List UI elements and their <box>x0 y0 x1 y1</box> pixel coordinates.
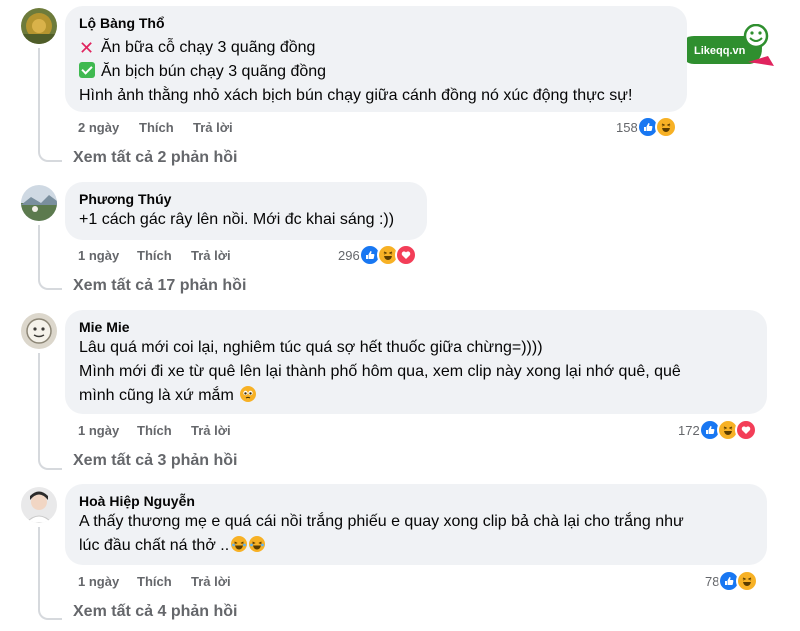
laughing-tears-emoji-icon <box>231 536 248 552</box>
reaction-count: 172 <box>678 422 700 438</box>
comment-text-line: +1 cách gác rây lên nồi. Mới đc khai sán… <box>79 211 395 228</box>
reply-button[interactable]: Trả lời <box>191 248 231 263</box>
comment-text-line: A thấy thương mẹ e quá cái nồi trắng phi… <box>79 513 684 530</box>
love-icon <box>394 244 417 266</box>
check-mark-icon <box>79 62 95 78</box>
view-replies-link[interactable]: Xem tất cả 17 phản hồi <box>73 277 246 295</box>
reaction-count: 296 <box>338 247 360 263</box>
haha-icon <box>654 116 677 138</box>
comment-author[interactable]: Lộ Bàng Thổ <box>79 14 673 32</box>
comment-time[interactable]: 1 ngày <box>78 423 119 438</box>
reply-button[interactable]: Trả lời <box>191 574 231 589</box>
pleading-face-emoji-icon <box>240 386 257 402</box>
comment-bubble: Lộ Bàng Thổ ✕ Ăn bữa cỗ chạy 3 quãng đồng… <box>65 6 687 112</box>
reaction-summary[interactable]: 172 <box>678 419 757 441</box>
reaction-summary[interactable]: 296 <box>338 244 417 266</box>
laughing-tears-emoji-icon <box>249 536 266 552</box>
comment-author[interactable]: Hoà Hiệp Nguyễn <box>79 492 753 510</box>
like-button[interactable]: Thích <box>137 248 172 263</box>
like-button[interactable]: Thích <box>137 423 172 438</box>
avatar[interactable] <box>21 8 57 44</box>
comment-bubble: Mie Mie Lâu quá mới coi lại, nghiêm túc … <box>65 310 767 414</box>
like-button[interactable]: Thích <box>139 120 174 135</box>
likeqq-logo: Likeqq.vn <box>680 23 780 74</box>
avatar[interactable] <box>21 487 57 523</box>
comment-time[interactable]: 2 ngày <box>78 120 119 135</box>
view-replies-link[interactable]: Xem tất cả 2 phản hồi <box>73 149 237 167</box>
reaction-count: 78 <box>705 573 720 589</box>
comment-text-line: ✕ Ăn bữa cỗ chạy 3 quãng đồng <box>79 38 316 58</box>
reply-button[interactable]: Trả lời <box>191 423 231 438</box>
love-icon <box>734 419 757 441</box>
cross-mark-icon: ✕ <box>79 38 95 58</box>
comment-author[interactable]: Phương Thúy <box>79 190 413 208</box>
comment-text-line: mình cũng là xứ mắm <box>79 384 753 408</box>
reaction-summary[interactable]: 78 <box>705 570 759 592</box>
reaction-summary[interactable]: 158 <box>616 116 677 138</box>
view-replies-link[interactable]: Xem tất cả 4 phản hồi <box>73 603 237 621</box>
likeqq-logo-text: Likeqq.vn <box>694 45 746 57</box>
comment-time[interactable]: 1 ngày <box>78 574 119 589</box>
haha-icon <box>736 570 759 592</box>
comment-time[interactable]: 1 ngày <box>78 248 119 263</box>
comment-text-line: Lâu quá mới coi lại, nghiêm túc quá sợ h… <box>79 339 543 356</box>
like-button[interactable]: Thích <box>137 574 172 589</box>
avatar[interactable] <box>21 313 57 349</box>
comment-text-line: Hình ảnh thằng nhỏ xách bịch bún chạy gi… <box>79 87 633 104</box>
avatar[interactable] <box>21 185 57 221</box>
comment-author[interactable]: Mie Mie <box>79 318 753 336</box>
comment-text-line: lúc đầu chất ná thở .. <box>79 534 753 558</box>
view-replies-link[interactable]: Xem tất cả 3 phản hồi <box>73 452 237 470</box>
comment-text-line: Ăn bịch bún chạy 3 quãng đồng <box>79 60 673 84</box>
comment-bubble: Hoà Hiệp Nguyễn A thấy thương mẹ e quá c… <box>65 484 767 565</box>
reply-button[interactable]: Trả lời <box>193 120 233 135</box>
reaction-count: 158 <box>616 119 638 135</box>
comment-bubble: Phương Thúy +1 cách gác rây lên nồi. Mới… <box>65 182 427 240</box>
comment-text-line: Mình mới đi xe từ quê lên lại thành phố … <box>79 363 681 380</box>
